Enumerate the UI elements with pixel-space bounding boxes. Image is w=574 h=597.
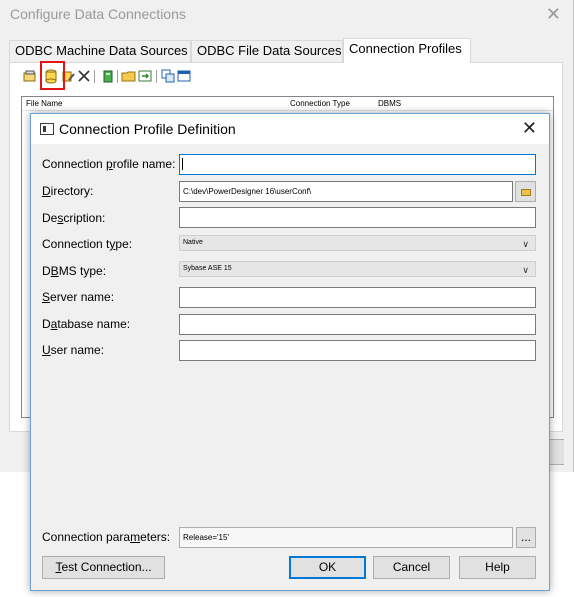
toolbar-separator: [94, 70, 95, 83]
copy-icon[interactable]: [160, 68, 176, 84]
add-connection-profile-highlight: [40, 61, 65, 90]
chevron-down-icon: ∨: [522, 239, 529, 249]
dbms-type-label: DBMS type:: [42, 264, 107, 278]
export-icon[interactable]: [137, 68, 153, 84]
test-connection-button[interactable]: Test Connection...: [42, 556, 165, 579]
user-name-input[interactable]: [179, 340, 536, 361]
dialog-titlebar: Connection Profile Definition ✕: [31, 114, 549, 144]
tab-odbc-machine-data-sources[interactable]: ODBC Machine Data Sources: [9, 40, 191, 62]
connection-type-select[interactable]: Native ∨: [179, 235, 536, 251]
connection-profile-name-label: Connection profile name:: [42, 157, 176, 171]
server-name-input[interactable]: [179, 287, 536, 308]
connection-profile-definition-dialog: Connection Profile Definition ✕ Connecti…: [30, 113, 550, 591]
toolbar-separator: [156, 70, 157, 83]
column-header-dbms[interactable]: DBMS: [378, 97, 401, 111]
browse-directory-button[interactable]: [515, 181, 536, 202]
database-icon[interactable]: [100, 68, 116, 84]
toolbar-separator: [117, 70, 118, 83]
edit-parameters-button[interactable]: ...: [516, 527, 536, 548]
database-name-label: Database name:: [42, 317, 131, 331]
dialog-app-icon: [40, 123, 54, 135]
description-input[interactable]: [179, 207, 536, 228]
column-header-file-name[interactable]: File Name: [26, 97, 62, 111]
close-icon[interactable]: ✕: [522, 118, 537, 139]
directory-input[interactable]: C:\dev\PowerDesigner 16\userConf\: [179, 181, 513, 202]
text-caret: [182, 158, 183, 170]
ok-button[interactable]: OK: [289, 556, 366, 579]
close-icon[interactable]: ✕: [546, 4, 561, 25]
connection-type-label: Connection type:: [42, 237, 133, 251]
chevron-down-icon: ∨: [522, 265, 529, 275]
dbms-type-select[interactable]: Sybase ASE 15 ∨: [179, 261, 536, 277]
folder-icon: [521, 189, 531, 196]
description-label: Description:: [42, 211, 106, 225]
connection-profile-name-input[interactable]: [179, 154, 536, 175]
list-header: File Name Connection Type DBMS: [22, 97, 553, 111]
dialog-title: Connection Profile Definition: [59, 121, 236, 137]
user-name-label: User name:: [42, 343, 105, 357]
connection-parameters-label: Connection parameters:: [42, 530, 171, 544]
window-title: Configure Data Connections: [10, 6, 186, 22]
delete-icon[interactable]: [76, 68, 92, 84]
outer-dialog-button[interactable]: [548, 439, 564, 465]
database-name-input[interactable]: [179, 314, 536, 335]
directory-label: Directory:: [42, 184, 94, 198]
dbms-type-value: Sybase ASE 15: [183, 265, 232, 272]
tab-odbc-file-data-sources[interactable]: ODBC File Data Sources: [191, 40, 343, 62]
properties-icon[interactable]: [22, 68, 38, 84]
cancel-button[interactable]: Cancel: [373, 556, 450, 579]
connection-parameters-input[interactable]: Release='15': [179, 527, 513, 548]
window-icon[interactable]: [176, 68, 192, 84]
column-header-connection-type[interactable]: Connection Type: [290, 97, 350, 111]
tab-connection-profiles[interactable]: Connection Profiles: [343, 38, 471, 63]
connection-type-value: Native: [183, 239, 203, 246]
server-name-label: Server name:: [42, 290, 115, 304]
open-folder-icon[interactable]: [121, 68, 137, 84]
help-button[interactable]: Help: [459, 556, 536, 579]
